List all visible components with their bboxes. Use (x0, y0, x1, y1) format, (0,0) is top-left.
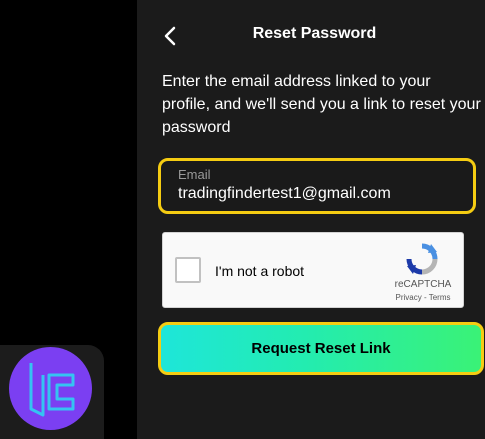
email-label: Email (178, 167, 211, 182)
recaptcha-privacy-link[interactable]: Privacy (396, 293, 422, 302)
recaptcha-icon (406, 243, 438, 275)
email-input[interactable] (178, 185, 468, 203)
logo-mark (29, 363, 75, 417)
recaptcha-widget: I'm not a robot reCAPTCHA Privacy - Term… (162, 232, 464, 308)
page-title: Reset Password (252, 25, 377, 42)
recaptcha-terms-link[interactable]: Terms (429, 293, 451, 302)
recaptcha-brand: reCAPTCHA (394, 279, 452, 290)
email-field[interactable]: Email (158, 158, 476, 214)
recaptcha-checkbox[interactable] (175, 257, 201, 283)
instructions-text: Enter the email address linked to your p… (162, 73, 481, 136)
recaptcha-label: I'm not a robot (215, 263, 305, 279)
recaptcha-link-separator: - (421, 293, 429, 302)
panel-header: Reset Password (137, 0, 485, 66)
tradingfinder-logo-icon (9, 347, 92, 430)
recaptcha-links: Privacy - Terms (383, 293, 463, 302)
request-reset-link-button[interactable]: Request Reset Link (158, 322, 484, 375)
